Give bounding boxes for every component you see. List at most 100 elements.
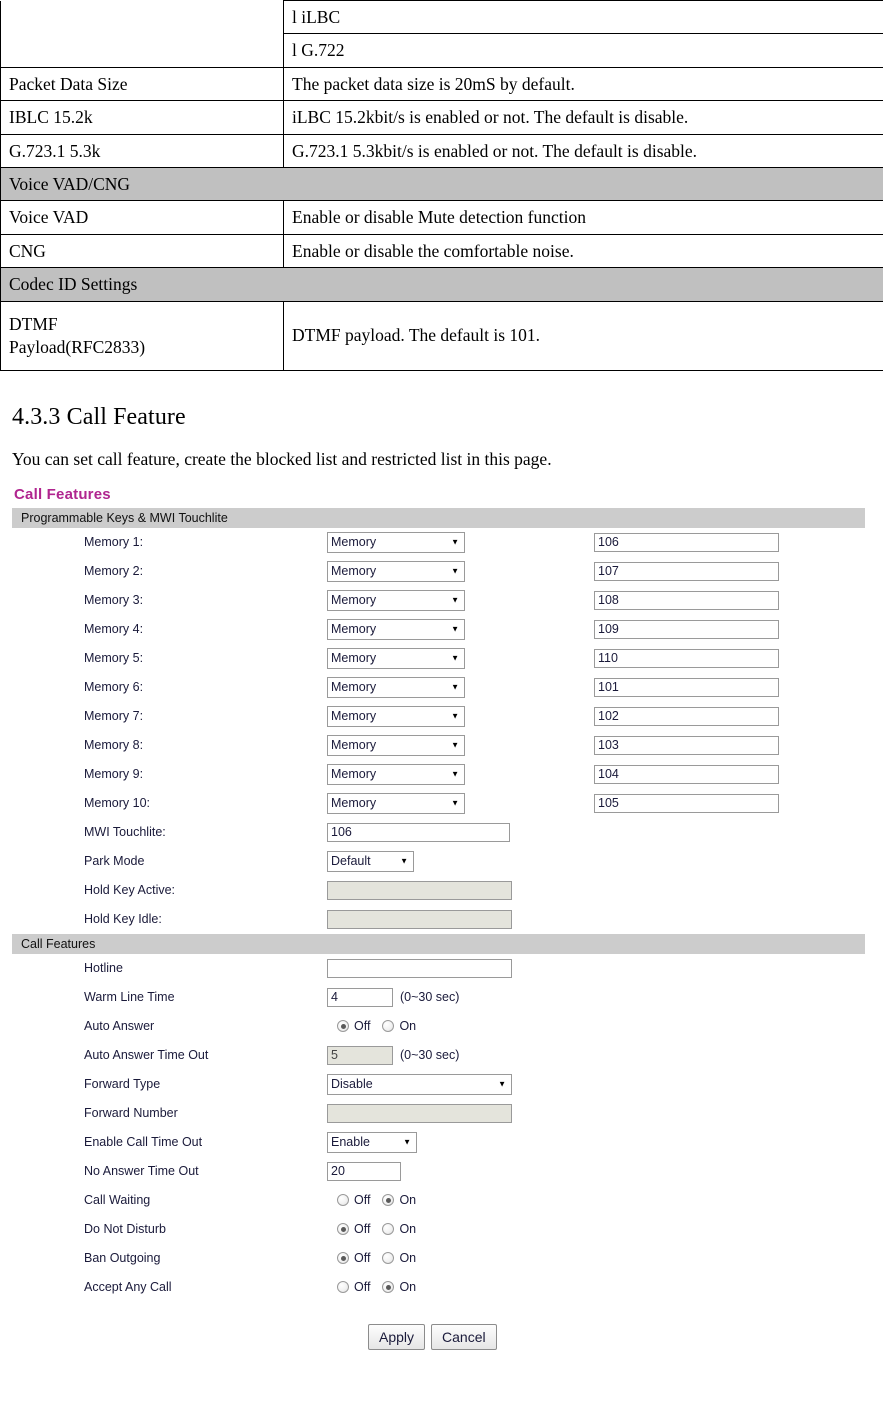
- memory-9-type-select[interactable]: Memory: [327, 763, 465, 785]
- memory-2-type-select[interactable]: Memory: [327, 560, 465, 582]
- enable-call-time-out-select[interactable]: Enable: [327, 1131, 417, 1153]
- no-answer-time-out-label: No Answer Time Out: [84, 1164, 199, 1179]
- auto-answer-time-out-input: [327, 1045, 393, 1065]
- memory-9-label: Memory 9:: [84, 767, 144, 782]
- enable-call-time-out-select-wrap: Enable: [327, 1131, 417, 1153]
- memory-1-type-select[interactable]: Memory: [327, 531, 465, 553]
- radio-icon[interactable]: [382, 1281, 395, 1294]
- row-auto-answer: Auto Answer Off On: [0, 1012, 883, 1041]
- section-bar-call-features: Call Features: [12, 933, 865, 954]
- row-park-mode: Park Mode Default: [0, 847, 883, 876]
- ban-outgoing-off-option[interactable]: Off: [337, 1251, 370, 1265]
- ban-outgoing-off-label: Off: [354, 1251, 371, 1266]
- table-cell-label-line1: DTMF: [9, 314, 58, 335]
- memory-2-type-select-wrap: Memory: [327, 560, 465, 582]
- memory-2-label: Memory 2:: [84, 564, 144, 579]
- cancel-button[interactable]: Cancel: [431, 1323, 497, 1350]
- row-memory-7: Memory 7: Memory: [0, 702, 883, 731]
- memory-8-type-select-wrap: Memory: [327, 734, 465, 756]
- do-not-disturb-on-option[interactable]: On: [382, 1222, 416, 1236]
- table-cell-label: G.723.1 5.3k: [0, 133, 284, 168]
- radio-icon[interactable]: [337, 1223, 349, 1236]
- auto-answer-off-label: Off: [354, 1019, 371, 1034]
- radio-icon[interactable]: [337, 1194, 349, 1207]
- mwi-touchlite-input[interactable]: [327, 822, 510, 842]
- radio-icon[interactable]: [382, 1194, 395, 1207]
- call-features-panel: Call Features Programmable Keys & MWI To…: [0, 486, 883, 1350]
- memory-4-number-input[interactable]: [594, 619, 779, 639]
- radio-icon[interactable]: [382, 1223, 395, 1236]
- memory-8-type-select[interactable]: Memory: [327, 734, 465, 756]
- radio-icon[interactable]: [337, 1020, 349, 1033]
- warm-line-time-hint: (0~30 sec): [400, 990, 460, 1005]
- hold-key-idle-label: Hold Key Idle:: [84, 912, 162, 927]
- hold-key-idle-input: [327, 909, 512, 929]
- apply-button[interactable]: Apply: [368, 1323, 426, 1350]
- park-mode-select[interactable]: Default: [327, 850, 414, 872]
- memory-2-number-input[interactable]: [594, 561, 779, 581]
- call-waiting-on-label: On: [399, 1193, 417, 1208]
- table-cell-label: DTMF Payload(RFC2833): [0, 300, 284, 371]
- memory-3-type-select[interactable]: Memory: [327, 589, 465, 611]
- table-cell-value: l G.722: [283, 33, 883, 68]
- hotline-label: Hotline: [84, 961, 123, 976]
- call-waiting-on-option[interactable]: On: [382, 1193, 416, 1207]
- memory-10-type-select[interactable]: Memory: [327, 792, 465, 814]
- accept-any-call-off-option[interactable]: Off: [337, 1280, 370, 1294]
- do-not-disturb-off-option[interactable]: Off: [337, 1222, 370, 1236]
- row-mwi-touchlite: MWI Touchlite:: [0, 818, 883, 847]
- memory-7-number-input[interactable]: [594, 706, 779, 726]
- radio-icon[interactable]: [337, 1252, 349, 1265]
- row-memory-8: Memory 8: Memory: [0, 731, 883, 760]
- memory-1-label: Memory 1:: [84, 535, 144, 550]
- table-row: IBLC 15.2k iLBC 15.2kbit/s is enabled or…: [0, 100, 883, 135]
- accept-any-call-on-label: On: [399, 1280, 417, 1295]
- auto-answer-off-option[interactable]: Off: [337, 1019, 370, 1033]
- row-no-answer-time-out: No Answer Time Out: [0, 1157, 883, 1186]
- codec-description-table: l iLBC l G.722 Packet Data Size The pack…: [0, 0, 883, 371]
- auto-answer-on-option[interactable]: On: [382, 1019, 416, 1033]
- radio-icon[interactable]: [382, 1252, 395, 1265]
- memory-6-type-select[interactable]: Memory: [327, 676, 465, 698]
- warm-line-time-input[interactable]: [327, 987, 393, 1007]
- hold-key-active-input: [327, 880, 512, 900]
- warm-line-time-label: Warm Line Time: [84, 990, 175, 1005]
- memory-1-number-input[interactable]: [594, 532, 779, 552]
- memory-3-type-select-wrap: Memory: [327, 589, 465, 611]
- panel-title: Call Features: [14, 485, 111, 503]
- memory-6-number-input[interactable]: [594, 677, 779, 697]
- memory-4-type-select[interactable]: Memory: [327, 618, 465, 640]
- memory-3-number-input[interactable]: [594, 590, 779, 610]
- call-waiting-label: Call Waiting: [84, 1193, 151, 1208]
- forward-number-label: Forward Number: [84, 1106, 178, 1121]
- table-section-label: Voice VAD/CNG: [0, 166, 883, 202]
- no-answer-time-out-input[interactable]: [327, 1161, 401, 1181]
- radio-icon[interactable]: [382, 1020, 395, 1033]
- memory-8-number-input[interactable]: [594, 735, 779, 755]
- accept-any-call-label: Accept Any Call: [84, 1280, 172, 1295]
- memory-10-type-select-wrap: Memory: [327, 792, 465, 814]
- memory-9-type-select-wrap: Memory: [327, 763, 465, 785]
- table-cell-label: CNG: [0, 233, 284, 269]
- do-not-disturb-on-label: On: [399, 1222, 417, 1237]
- table-section-row: Voice VAD/CNG: [0, 166, 883, 202]
- memory-5-number-input[interactable]: [594, 648, 779, 668]
- park-mode-select-wrap: Default: [327, 850, 414, 872]
- ban-outgoing-on-option[interactable]: On: [382, 1251, 416, 1265]
- hotline-input[interactable]: [327, 958, 512, 978]
- form-actions: Apply Cancel: [0, 1323, 883, 1350]
- table-row: G.723.1 5.3k G.723.1 5.3kbit/s is enable…: [0, 133, 883, 168]
- memory-5-type-select[interactable]: Memory: [327, 647, 465, 669]
- accept-any-call-on-option[interactable]: On: [382, 1280, 416, 1294]
- row-accept-any-call: Accept Any Call Off On: [0, 1273, 883, 1302]
- table-cell-value: iLBC 15.2kbit/s is enabled or not. The d…: [283, 100, 883, 135]
- call-waiting-off-option[interactable]: Off: [337, 1193, 370, 1207]
- forward-type-select[interactable]: Disable: [327, 1073, 512, 1095]
- row-memory-3: Memory 3: Memory: [0, 586, 883, 615]
- memory-7-type-select[interactable]: Memory: [327, 705, 465, 727]
- auto-answer-label: Auto Answer: [84, 1019, 155, 1034]
- radio-icon[interactable]: [337, 1281, 349, 1294]
- memory-9-number-input[interactable]: [594, 764, 779, 784]
- row-forward-type: Forward Type Disable: [0, 1070, 883, 1099]
- memory-10-number-input[interactable]: [594, 793, 779, 813]
